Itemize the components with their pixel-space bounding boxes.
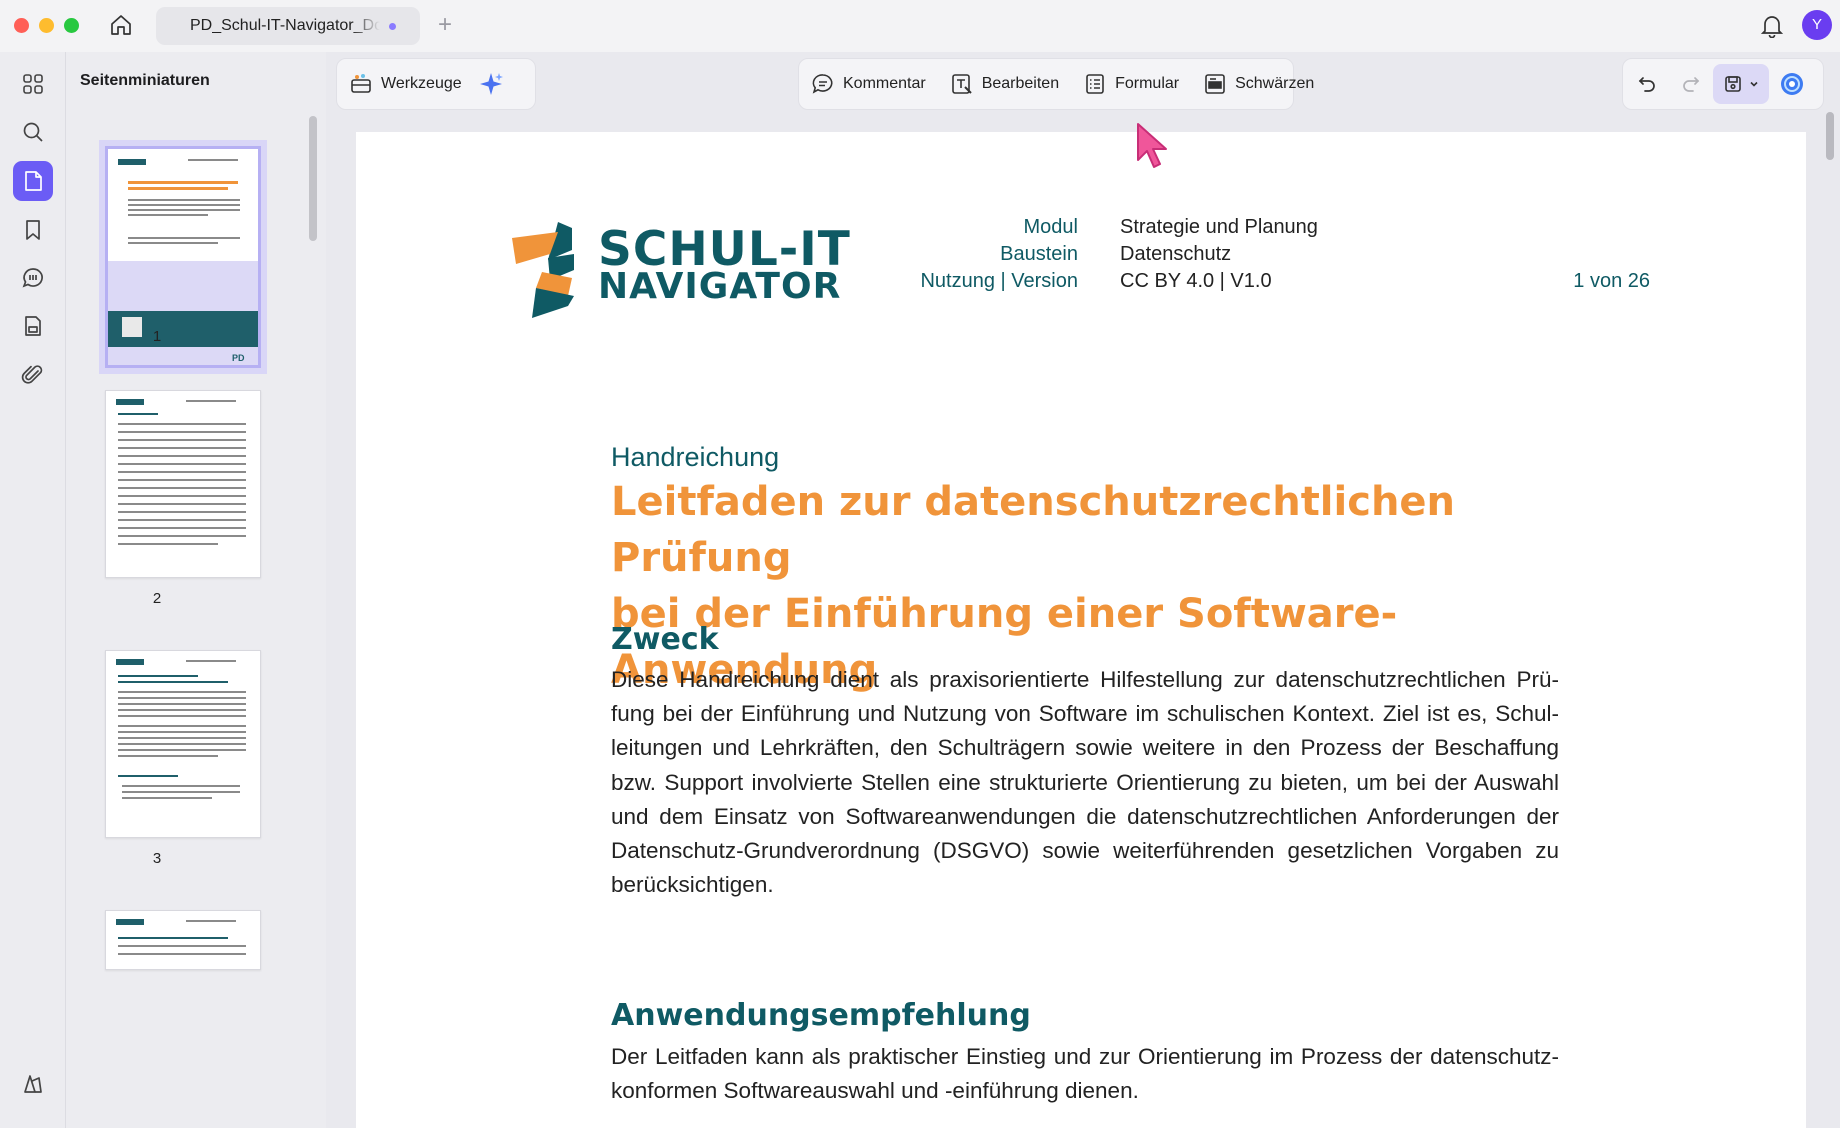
form-mode-label: Formular [1115, 75, 1180, 92]
page-thumbnail-4[interactable] [105, 910, 261, 970]
redo-icon [1683, 77, 1700, 92]
section-text-recommendation: Der Leitfaden kann als praktischer Einst… [611, 1044, 1559, 1104]
page-thumbnail-2[interactable] [105, 390, 261, 578]
pdf-page: SCHUL-IT NAVIGATOR Modul Strategie und P… [356, 132, 1806, 1128]
chevron-down-icon [1750, 81, 1758, 87]
thumbnail-page-number: 3 [152, 850, 162, 867]
grid-icon [23, 74, 43, 94]
meta-usage-value: CC BY 4.0 | V1.0 [1120, 270, 1272, 292]
edit-modes-toolbar: Kommentar Bearbeiten Formular Schwärzen [798, 58, 1314, 110]
schul-it-navigator-logo: SCHUL-IT NAVIGATOR [512, 222, 862, 322]
ai-orb-icon [1781, 73, 1803, 95]
document-kicker: Handreichung [611, 442, 780, 472]
title-bar: PD_Schul-IT-Navigator_Dokument + Y [0, 0, 1840, 52]
edit-mode-button[interactable]: Bearbeiten [938, 58, 1071, 110]
left-rail [0, 52, 66, 1128]
document-scrollbar[interactable] [1826, 112, 1834, 160]
form-list-icon [1086, 74, 1104, 94]
search-icon [23, 122, 43, 142]
redact-icon [1205, 74, 1225, 94]
rail-bookmarks-button[interactable] [13, 210, 53, 250]
form-mode-button[interactable]: Formular [1071, 58, 1191, 110]
undo-button[interactable] [1623, 58, 1669, 110]
bell-icon [1761, 16, 1783, 38]
redact-mode-label: Schwärzen [1235, 75, 1315, 92]
layers-icon [24, 1075, 42, 1093]
edit-mode-label: Bearbeiten [981, 75, 1060, 92]
minimize-window-button[interactable] [39, 18, 54, 33]
meta-module-value: Strategie und Planung [1120, 216, 1318, 238]
redact-mode-button[interactable]: Schwärzen [1191, 58, 1326, 110]
ai-chat-button[interactable] [1769, 58, 1815, 110]
comment-mode-button[interactable]: Kommentar [799, 58, 938, 110]
save-button[interactable] [1713, 64, 1769, 104]
document-tab-title: PD_Schul-IT-Navigator_Dokument [190, 17, 380, 34]
save-icon [1725, 76, 1741, 92]
document-title-line1: Leitfaden zur datenschutzrechtlichen Prü… [611, 479, 1456, 581]
thumbnail-panel-title: Seitenminiaturen [80, 72, 210, 89]
thumbnail-panel: Seitenminiaturen PD 1 2 3 [67, 52, 325, 1128]
meta-usage-label: Nutzung | Version [920, 270, 1078, 292]
redo-button[interactable] [1669, 58, 1713, 110]
rail-attachments-button[interactable] [13, 355, 53, 395]
meta-building-block-label: Baustein [1000, 243, 1078, 265]
document-tab[interactable]: PD_Schul-IT-Navigator_Dokument [156, 7, 420, 45]
rail-grid-button[interactable] [13, 64, 53, 104]
home-button[interactable] [106, 10, 136, 40]
meta-module-label: Modul [1023, 216, 1078, 238]
meta-building-block-value: Datenschutz [1120, 243, 1232, 265]
tools-toolbar: Werkzeuge [336, 58, 536, 110]
attachment-icon [21, 365, 43, 384]
text-edit-icon [951, 74, 972, 94]
thumbnail-page-number: 1 [152, 328, 162, 345]
rail-search-button[interactable] [13, 112, 53, 152]
tools-button[interactable]: Werkzeuge [337, 58, 474, 110]
close-window-button[interactable] [14, 18, 29, 33]
thumbnail-scrollbar[interactable] [309, 116, 317, 241]
ai-assistant-button[interactable] [474, 58, 516, 110]
comment-mode-label: Kommentar [843, 75, 926, 92]
rail-forms-button[interactable] [13, 306, 53, 346]
form-icon [25, 316, 41, 336]
comment-icon [22, 268, 43, 288]
undo-icon [1638, 77, 1655, 92]
rail-pages-button[interactable] [13, 161, 53, 201]
notifications-button[interactable] [1758, 12, 1786, 40]
history-toolbar [1622, 58, 1824, 110]
page-thumbnail-3[interactable] [105, 650, 261, 838]
section-heading-purpose: Zweck [611, 622, 719, 657]
logo-mark-icon [512, 222, 574, 318]
section-text-purpose: Diese Handreichung dient als praxisorien… [611, 667, 1559, 898]
unsaved-indicator [389, 23, 396, 30]
user-avatar[interactable]: Y [1802, 10, 1832, 40]
page-thumbnail-1[interactable]: PD [99, 140, 267, 374]
home-icon [111, 15, 131, 35]
zoom-window-button[interactable] [64, 18, 79, 33]
thumbnail-page-number: 2 [152, 590, 162, 607]
sparkle-icon [479, 73, 503, 95]
toolbox-icon [351, 74, 371, 93]
new-tab-button[interactable]: + [432, 10, 458, 40]
bookmark-icon [26, 220, 40, 240]
page-count: 1 von 26 [1573, 270, 1650, 292]
tools-label: Werkzeuge [381, 75, 462, 92]
logo-text-line2: NAVIGATOR [598, 266, 842, 307]
document-area: Werkzeuge Kommentar Bearbeiten Formular [326, 52, 1840, 1128]
pages-icon [25, 171, 42, 191]
rail-layers-button[interactable] [13, 1064, 53, 1104]
speech-bubble-icon [812, 74, 833, 94]
mouse-pointer-icon [1137, 123, 1167, 168]
section-heading-recommendation: Anwendungsempfehlung [611, 998, 1031, 1033]
rail-comments-button[interactable] [13, 258, 53, 298]
